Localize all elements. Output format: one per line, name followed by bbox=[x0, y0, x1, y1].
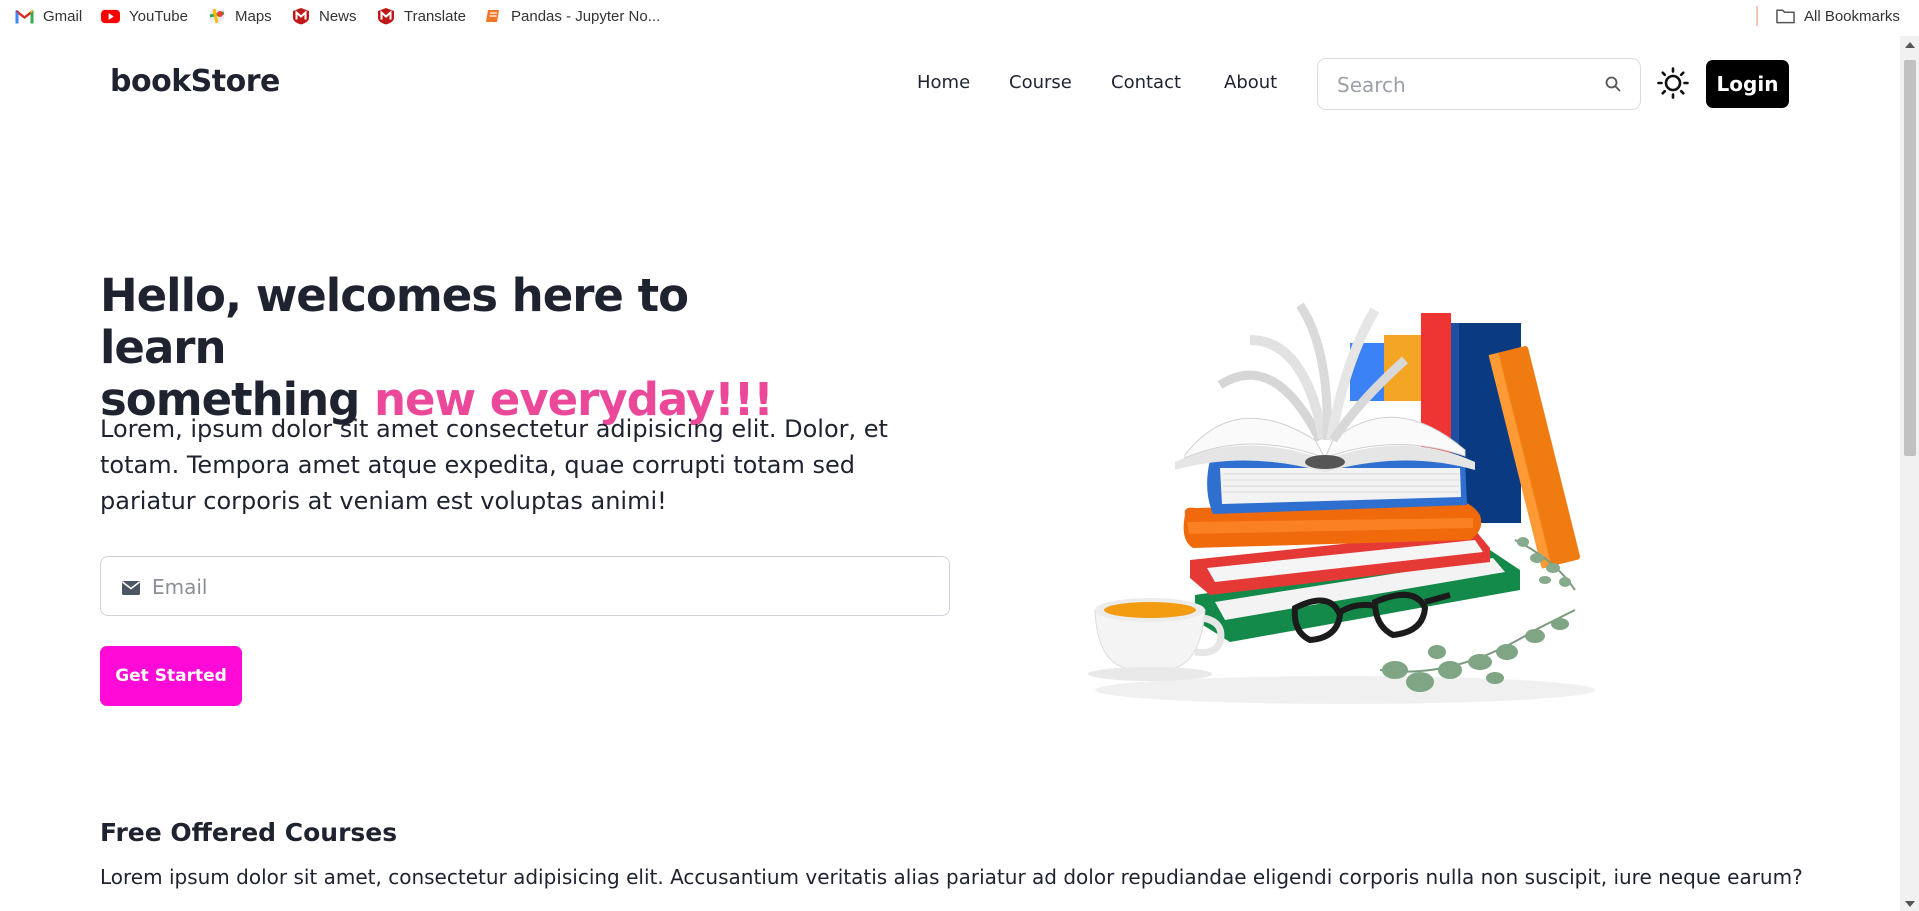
bookmarks-bar: Gmail YouTube Maps News Translate Pandas… bbox=[0, 0, 1919, 32]
books-illustration bbox=[1088, 302, 1595, 704]
bookmark-translate[interactable]: Translate bbox=[376, 0, 466, 32]
bookmarks-divider bbox=[1756, 6, 1758, 26]
bookmark-jupyter[interactable]: Pandas - Jupyter No... bbox=[483, 0, 660, 32]
hero-title-line1: Hello, welcomes here to learn bbox=[100, 269, 689, 374]
hero-description: Lorem, ipsum dolor sit amet consectetur … bbox=[100, 415, 888, 515]
bookmark-label: Gmail bbox=[43, 7, 83, 25]
bookmark-youtube[interactable]: YouTube bbox=[101, 0, 188, 32]
bookmark-label: Translate bbox=[404, 7, 466, 25]
nav-about[interactable]: About bbox=[1224, 72, 1277, 93]
sun-icon bbox=[1657, 67, 1689, 99]
scroll-down-arrow-icon[interactable] bbox=[1905, 901, 1915, 907]
bookmark-maps[interactable]: Maps bbox=[207, 0, 272, 32]
nav-course[interactable]: Course bbox=[1009, 72, 1072, 93]
bookmark-gmail[interactable]: Gmail bbox=[15, 0, 82, 32]
page-scrollbar[interactable] bbox=[1900, 36, 1919, 911]
folder-icon bbox=[1776, 7, 1795, 26]
news-icon bbox=[291, 7, 310, 26]
youtube-icon bbox=[101, 7, 120, 26]
courses-description: Lorem ipsum dolor sit amet, consectetur … bbox=[100, 865, 1803, 889]
search-icon[interactable] bbox=[1605, 76, 1621, 96]
bookmark-news[interactable]: News bbox=[291, 0, 357, 32]
nav-home[interactable]: Home bbox=[917, 72, 970, 93]
theme-toggle[interactable] bbox=[1657, 67, 1689, 99]
search-input[interactable] bbox=[1337, 71, 1592, 99]
get-started-button[interactable]: Get Started bbox=[100, 646, 242, 706]
nav-contact[interactable]: Contact bbox=[1111, 72, 1181, 93]
scroll-up-arrow-icon[interactable] bbox=[1905, 42, 1915, 48]
bookmark-label: YouTube bbox=[129, 7, 188, 25]
envelope-icon bbox=[122, 580, 140, 599]
email-field[interactable] bbox=[152, 571, 922, 603]
all-bookmarks-button[interactable]: All Bookmarks bbox=[1776, 0, 1900, 32]
bookmark-label: Pandas - Jupyter No... bbox=[511, 7, 661, 25]
scroll-thumb[interactable] bbox=[1904, 60, 1916, 456]
all-bookmarks-label: All Bookmarks bbox=[1804, 7, 1900, 25]
login-button[interactable]: Login bbox=[1706, 60, 1789, 108]
maps-icon bbox=[207, 7, 226, 26]
gmail-icon bbox=[15, 7, 34, 26]
jupyter-icon bbox=[483, 7, 502, 26]
email-box bbox=[100, 556, 950, 616]
bookmark-label: Maps bbox=[235, 7, 272, 25]
brand-logo[interactable]: bookStore bbox=[110, 64, 280, 99]
courses-title: Free Offered Courses bbox=[100, 818, 398, 847]
translate-icon bbox=[376, 7, 395, 26]
hero-title: Hello, welcomes here to learn something … bbox=[100, 270, 820, 426]
bookmark-label: News bbox=[319, 7, 357, 25]
search-box bbox=[1317, 58, 1641, 110]
